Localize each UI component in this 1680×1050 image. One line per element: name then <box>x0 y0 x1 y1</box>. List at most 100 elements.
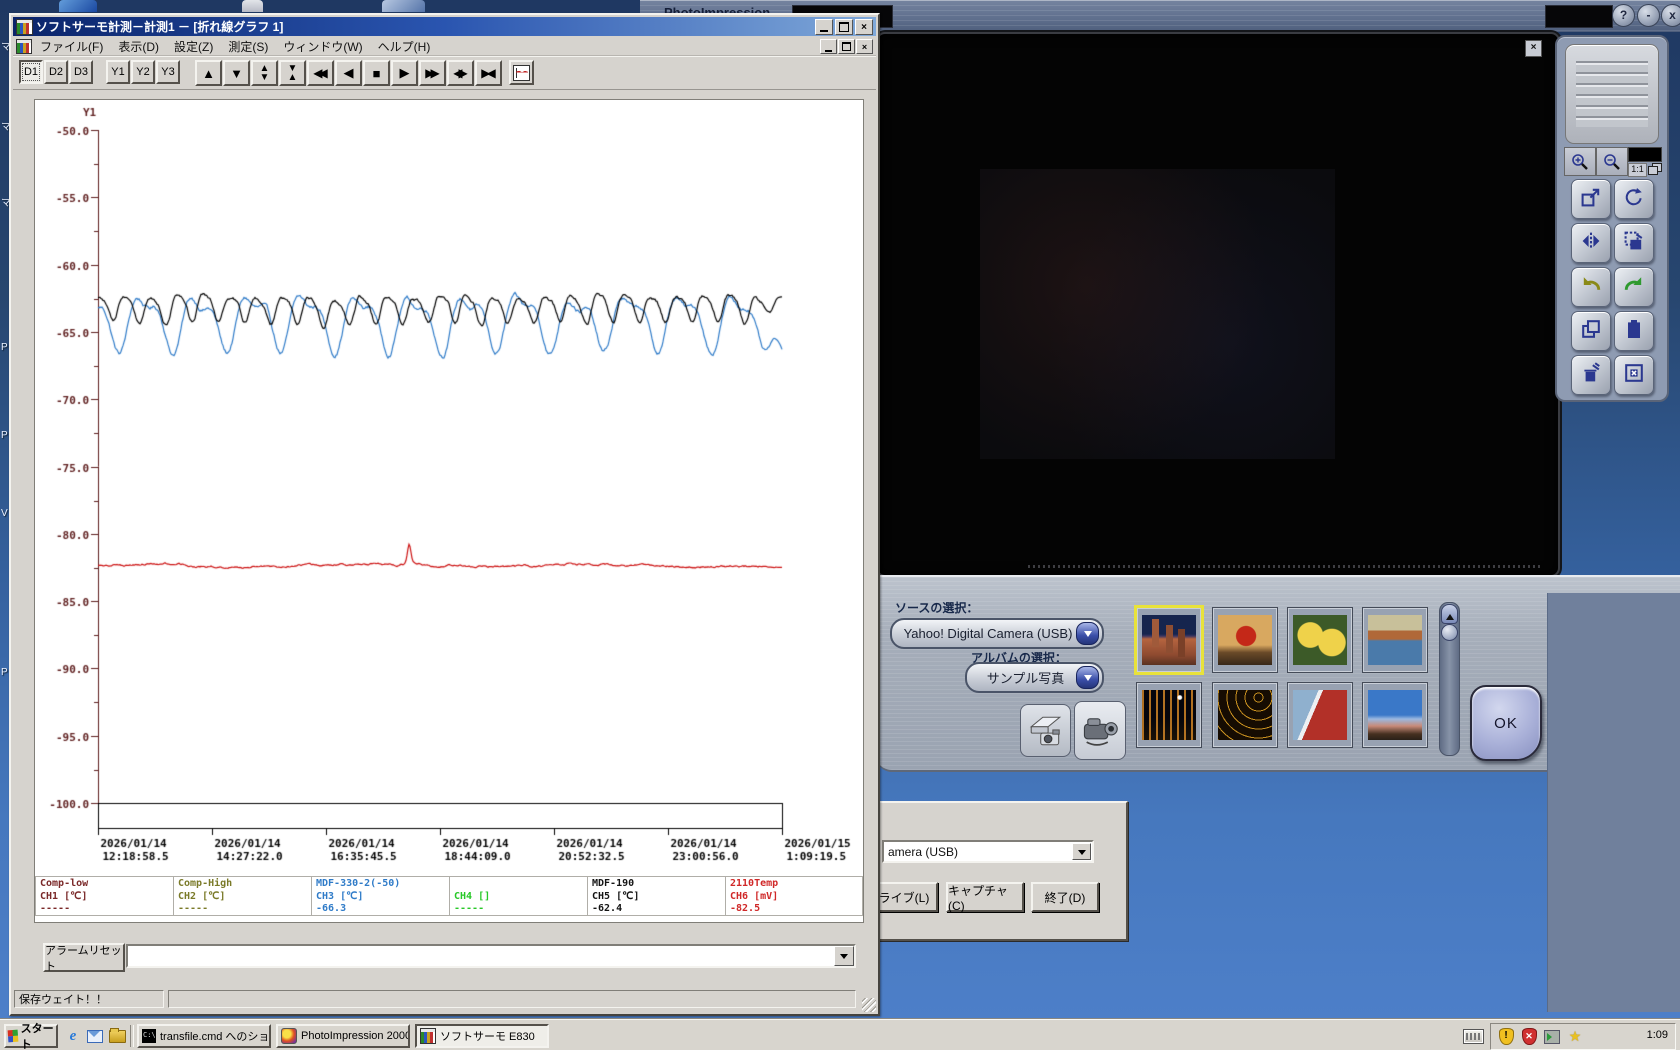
copy-button[interactable] <box>1571 311 1611 351</box>
ok-button[interactable]: OK <box>1470 685 1542 761</box>
preview-close-icon[interactable]: × <box>1525 40 1542 57</box>
alarm-reset-button[interactable]: アラームリセット <box>43 943 125 973</box>
acquire-scanner-button[interactable] <box>1020 704 1071 757</box>
channel-legend-ch1[interactable]: Comp-low CH1 [℃] ----- <box>35 876 173 916</box>
scrollbar-up-arrow[interactable] <box>1441 604 1458 624</box>
thumbnail-red-rock-spires[interactable] <box>1134 605 1204 675</box>
menu-help[interactable]: ヘルプ(H) <box>378 38 431 55</box>
zoom-in-button[interactable] <box>1564 147 1596 176</box>
security-error-shield-icon[interactable]: ✕ <box>1521 1028 1537 1045</box>
menu-view[interactable]: 表示(D) <box>118 38 159 55</box>
toolbar-axis-y3[interactable]: Y3 <box>156 60 180 84</box>
quicklaunch-outlook-express[interactable] <box>86 1027 104 1045</box>
toolbar-compress-horizontal-button[interactable]: ▶◀ <box>475 60 502 86</box>
menu-measure[interactable]: 測定(S) <box>228 38 268 55</box>
window-resize-grip[interactable] <box>862 998 876 1012</box>
toolbar-down-button[interactable]: ▼ <box>223 60 250 86</box>
toolbar-compress-vertical-button[interactable]: ▼ ▲ <box>279 60 306 86</box>
channel-legend-ch3[interactable]: MDF-330-2(-50) CH3 [℃] -66.3 <box>311 876 449 916</box>
channel-legend-ch2[interactable]: Comp-High CH2 [℃] ----- <box>173 876 311 916</box>
thumbnail-yellow-flowers[interactable] <box>1287 607 1353 673</box>
toolbar-data-d3[interactable]: D3 <box>69 60 93 84</box>
album-select-dropdown[interactable]: サンプル写真 <box>965 662 1104 693</box>
toolbar-graph-settings-button[interactable] <box>509 60 534 85</box>
acquire-camera-button[interactable] <box>1074 701 1126 760</box>
softthermo-titlebar[interactable]: ソフトサーモ計測－計測1 － [折れ線グラフ 1] × <box>13 17 876 36</box>
palette-gripper[interactable] <box>1565 44 1659 144</box>
desktop-icon-top-1[interactable] <box>59 0 97 12</box>
thumbnail-blue-sky-clouds[interactable] <box>1362 682 1428 748</box>
thumbnail-harbor-town[interactable] <box>1362 607 1428 673</box>
close-image-button[interactable] <box>1614 355 1654 395</box>
toolbar-axis-y2[interactable]: Y2 <box>131 60 155 84</box>
exit-button[interactable]: 終了(D) <box>1031 882 1099 912</box>
taskbar-task-photoimpression[interactable]: PhotoImpression 2000 <box>276 1024 410 1048</box>
delete-button[interactable] <box>1571 355 1611 395</box>
rotate-button[interactable] <box>1614 179 1654 219</box>
actual-size-button[interactable]: 1:1 <box>1628 163 1647 177</box>
channel-legend-ch4[interactable]: CH4 [] ----- <box>449 876 587 916</box>
toolbar-up-button[interactable]: ▲ <box>195 60 222 86</box>
toolbar-step-left-button[interactable]: ◀ <box>335 60 362 86</box>
redo-button[interactable] <box>1614 267 1654 307</box>
favorites-star-icon[interactable]: ★ <box>1567 1028 1583 1045</box>
undo-button[interactable] <box>1571 267 1611 307</box>
keyboard-layout-icon[interactable] <box>1463 1029 1484 1044</box>
resize-button[interactable] <box>1571 179 1611 219</box>
menu-window[interactable]: ウィンドウ(W) <box>283 38 362 55</box>
zoom-out-button[interactable] <box>1596 147 1628 176</box>
toolbar-expand-vertical-button[interactable]: ▲ ▼ <box>251 60 278 86</box>
source-dropdown-arrow-icon[interactable] <box>1076 622 1099 645</box>
cascade-windows-icon[interactable] <box>1648 163 1662 175</box>
security-warning-shield-icon[interactable]: ! <box>1498 1028 1514 1045</box>
menu-settings[interactable]: 設定(Z) <box>174 38 213 55</box>
quicklaunch-folder[interactable] <box>108 1027 126 1045</box>
thumbnail-night-skyline[interactable] <box>1136 682 1202 748</box>
channel-legend-ch6[interactable]: 2110Temp CH6 [mV] -82.5 <box>725 876 863 916</box>
source-select-dropdown[interactable]: Yahoo! Digital Camera (USB) <box>890 618 1104 649</box>
child-restore-button[interactable] <box>838 39 855 54</box>
album-dropdown-arrow-icon[interactable] <box>1076 666 1099 689</box>
window-close-button[interactable]: × <box>855 19 873 35</box>
window-minimize-button[interactable] <box>815 19 833 35</box>
flip-horizontal-button[interactable] <box>1571 223 1611 263</box>
thumbnail-gold-light-web[interactable] <box>1212 682 1278 748</box>
removable-device-icon[interactable] <box>1544 1029 1560 1045</box>
scrollbar-thumb[interactable] <box>1441 624 1458 641</box>
toolbar-data-d2[interactable]: D2 <box>44 60 68 84</box>
toolbar-stop-button[interactable]: ■ <box>363 60 390 86</box>
minimize-button[interactable]: - <box>1637 4 1660 27</box>
combo-dropdown-arrow-icon[interactable] <box>1072 843 1091 860</box>
toolbar-step-right-button[interactable]: ▶ <box>391 60 418 86</box>
start-button[interactable]: スタート <box>4 1023 58 1050</box>
channel-legend-ch5[interactable]: MDF-190 CH5 [℃] -62.4 <box>587 876 725 916</box>
thumbnail-cardinal-bird[interactable] <box>1212 607 1278 673</box>
child-close-button[interactable]: × <box>856 39 873 54</box>
taskbar-task-ms-dos[interactable]: transfile.cmd へのショート... <box>137 1024 271 1048</box>
toolbar-expand-horizontal-button[interactable]: ◀▶ <box>447 60 474 86</box>
help-button[interactable]: ? <box>1612 4 1635 27</box>
live-button[interactable]: ライブ(L) <box>870 882 938 912</box>
photo-preview-area[interactable]: × <box>876 32 1560 577</box>
taskbar-task-soft-thermo[interactable]: ソフトサーモ E830 <box>415 1024 549 1048</box>
line-chart[interactable] <box>35 100 863 872</box>
paste-button[interactable] <box>1614 311 1654 351</box>
menu-file[interactable]: ファイル(F) <box>40 38 103 55</box>
thumbnail-scrollbar[interactable] <box>1439 602 1460 756</box>
alarm-combo-arrow-icon[interactable] <box>834 946 854 966</box>
desktop-icon-top-3[interactable] <box>382 0 425 12</box>
toolbar-fast-forward-button[interactable]: ▶▶ <box>419 60 446 86</box>
toolbar-fast-rewind-button[interactable]: ◀◀ <box>307 60 334 86</box>
toolbar-axis-y1[interactable]: Y1 <box>106 60 130 84</box>
toolbar-data-d1[interactable]: D1 <box>19 60 43 84</box>
capture-button[interactable]: キャプチャ(C) <box>946 882 1024 913</box>
child-minimize-button[interactable] <box>820 39 837 54</box>
mdi-child-icon[interactable] <box>16 38 32 54</box>
close-button[interactable]: x <box>1661 4 1680 27</box>
alarm-message-combobox[interactable] <box>126 944 856 968</box>
camera-source-combobox[interactable]: amera (USB) <box>882 840 1094 863</box>
window-maximize-button[interactable] <box>835 19 853 35</box>
thumbnail-lighthouse-ship[interactable] <box>1287 682 1353 748</box>
desktop-icon-top-2[interactable] <box>242 0 263 12</box>
crop-rotate-button[interactable] <box>1614 223 1654 263</box>
